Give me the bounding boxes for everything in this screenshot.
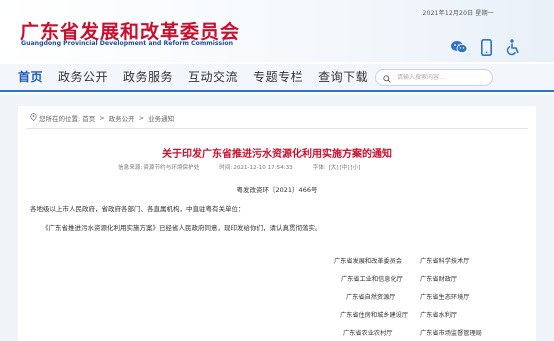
time-label: 时间: — [219, 165, 233, 171]
signer: 广东省自然资源厅 — [346, 294, 396, 301]
signer-list: 广东省发展和改革委员会 广东省科学技术厅 广东省工业和信息化厅 广东省财政厅 广… — [334, 258, 494, 338]
document-number: 粤发改资环〔2021〕466号 — [236, 186, 318, 194]
addressee: 各地级以上市人民政府，省政府各部门、各直属机构，中直驻粤有关单位： — [30, 205, 245, 213]
source-value: 资源节约与环境保护处 — [143, 165, 200, 171]
signer: 广东省生态环境厅 — [420, 294, 470, 301]
wechat-icon[interactable] — [450, 38, 468, 56]
site-header: 2021年12月20日 星期一 广东省发展和改革委员会 Guangdong Pr… — [0, 0, 554, 62]
site-subtitle-en: Guangdong Provincial Development and Ref… — [21, 40, 233, 47]
breadcrumb-divider — [26, 128, 528, 129]
main-nav: 首页 政务公开 政务服务 互动交流 专题专栏 查询下载 — [0, 64, 554, 92]
font-size-small[interactable]: [小] — [351, 165, 361, 171]
search-icon[interactable] — [383, 68, 391, 87]
nav-gov-services[interactable]: 政务服务 — [123, 64, 173, 90]
signer: 广东省科学技术厅 — [420, 258, 470, 265]
current-date: 2021年12月20日 星期一 — [422, 10, 494, 17]
font-size-large[interactable]: [大] — [329, 165, 339, 171]
accessibility-icon[interactable] — [504, 38, 522, 56]
source-label: 信息来源: — [118, 165, 143, 171]
location-pin-icon — [30, 113, 37, 123]
breadcrumb-business-notice[interactable]: 业务通知 — [148, 113, 174, 123]
signer: 广东省水利厅 — [420, 312, 458, 319]
nav-query-download[interactable]: 查询下载 — [318, 64, 368, 90]
nav-home[interactable]: 首页 — [18, 64, 43, 90]
nav-gov-affairs-public[interactable]: 政务公开 — [58, 64, 108, 90]
breadcrumb-prefix: 您所在的位置: — [39, 115, 81, 123]
signer: 广东省市场监督管理局 — [420, 330, 482, 337]
signer: 广东省发展和改革委员会 — [334, 258, 403, 265]
signer: 广东省工业和信息化厅 — [341, 276, 403, 283]
breadcrumb-separator: > — [138, 114, 145, 122]
breadcrumb: 您所在的位置: 首页 > 政务公开 > 业务通知 — [30, 113, 174, 123]
font-size-label: 字体: — [312, 165, 326, 171]
time-value: 2021-12-10 17:54:33 — [233, 165, 293, 171]
font-size-medium[interactable]: [中] — [340, 165, 350, 171]
signer: 广东省住房和城乡建设厅 — [340, 312, 409, 319]
article-title: 关于印发广东省推进污水资源化利用实施方案的通知 — [162, 149, 392, 160]
search-input[interactable] — [397, 74, 492, 81]
nav-interaction[interactable]: 互动交流 — [188, 64, 238, 90]
breadcrumb-separator: > — [99, 114, 105, 122]
search-box[interactable] — [375, 69, 493, 86]
breadcrumb-gov-public[interactable]: 政务公开 — [109, 113, 135, 123]
nav-special-topics[interactable]: 专题专栏 — [253, 64, 303, 90]
article-paragraph: 《广东省推进污水资源化利用实施方案》已经省人民政府同意，现印发给你们，请认真贯彻… — [42, 224, 322, 232]
header-tools — [450, 38, 522, 56]
mobile-icon[interactable] — [477, 38, 495, 56]
signer: 广东省财政厅 — [420, 276, 458, 283]
article-meta: 信息来源:资源节约与环境保护处 时间:2021-12-10 17:54:33 字… — [118, 163, 361, 171]
signer: 广东省农业农村厅 — [343, 330, 393, 337]
breadcrumb-home[interactable]: 首页 — [82, 113, 95, 123]
